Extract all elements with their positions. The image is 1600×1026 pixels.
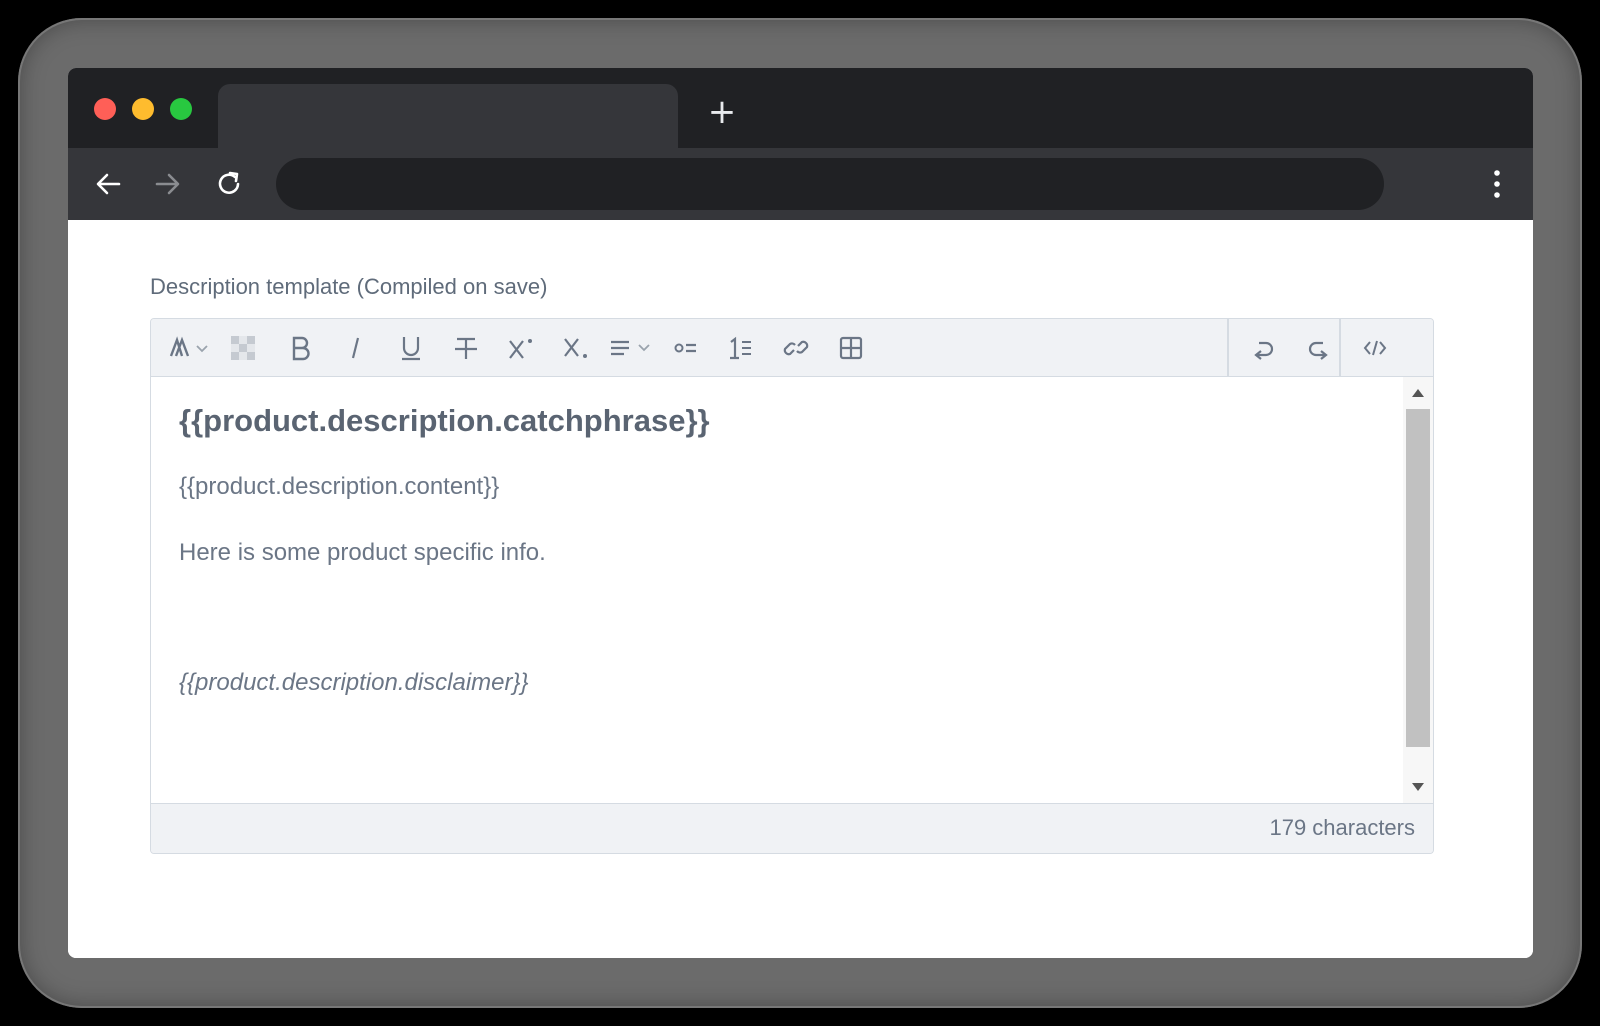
content-paragraph: {{product.description.content}} xyxy=(179,473,500,500)
superscript-button[interactable] xyxy=(501,331,541,365)
scroll-up-arrow-icon[interactable] xyxy=(1412,389,1424,397)
arrow-right-icon xyxy=(155,173,180,195)
align-dropdown[interactable] xyxy=(607,331,657,365)
underline-icon xyxy=(402,337,420,361)
forward-button[interactable] xyxy=(150,166,186,202)
scroll-down-arrow-icon[interactable] xyxy=(1412,783,1424,791)
editor-toolbar xyxy=(151,319,1433,377)
bold-icon xyxy=(292,336,310,361)
undo-icon xyxy=(1254,341,1274,360)
source-code-button[interactable] xyxy=(1355,331,1395,365)
subscript-icon xyxy=(564,338,587,358)
browser-window: + Description template (Compiled on save… xyxy=(68,68,1533,958)
subscript-button[interactable] xyxy=(556,331,596,365)
active-tab[interactable] xyxy=(218,84,678,148)
toolbar-separator xyxy=(1339,319,1341,377)
content-paragraph: Here is some product specific info. xyxy=(179,539,546,566)
font-icon xyxy=(169,336,208,357)
superscript-icon xyxy=(509,339,532,359)
link-button[interactable] xyxy=(776,331,816,365)
rich-text-editor: {{product.description.catchphrase}} {{pr… xyxy=(150,318,1434,854)
editor-status-bar: 179 characters xyxy=(151,803,1433,853)
redo-icon xyxy=(1308,341,1328,360)
maximize-window-button[interactable] xyxy=(170,98,192,120)
italic-icon xyxy=(351,337,360,359)
checker-icon xyxy=(231,336,255,360)
numbered-list-button[interactable] xyxy=(721,331,761,365)
bold-button[interactable] xyxy=(281,331,321,365)
tab-strip: + xyxy=(68,68,1533,148)
font-style-dropdown[interactable] xyxy=(165,331,219,365)
back-button[interactable] xyxy=(90,166,126,202)
editor-content[interactable]: {{product.description.catchphrase}} {{pr… xyxy=(151,377,1405,803)
strikethrough-button[interactable] xyxy=(446,331,486,365)
browser-menu-button[interactable] xyxy=(1479,164,1515,204)
bullet-list-icon xyxy=(674,343,696,353)
editor-scrollbar[interactable] xyxy=(1403,377,1433,803)
field-label: Description template (Compiled on save) xyxy=(150,274,548,299)
character-count: 179 characters xyxy=(1269,815,1415,840)
new-tab-button[interactable]: + xyxy=(704,94,740,130)
table-button[interactable] xyxy=(831,331,871,365)
underline-button[interactable] xyxy=(391,331,431,365)
toolbar-separator xyxy=(1227,319,1229,377)
reload-button[interactable] xyxy=(211,166,247,202)
address-bar[interactable] xyxy=(276,158,1384,210)
page-content: Description template (Compiled on save) xyxy=(68,220,1533,958)
strikethrough-icon xyxy=(455,337,477,359)
kebab-menu-icon xyxy=(1494,170,1500,198)
arrow-left-icon xyxy=(96,173,121,195)
numbered-list-icon xyxy=(730,336,751,360)
bullet-list-button[interactable] xyxy=(666,331,706,365)
close-window-button[interactable] xyxy=(94,98,116,120)
browser-toolbar xyxy=(68,148,1533,220)
scroll-thumb[interactable] xyxy=(1406,409,1430,747)
italic-button[interactable] xyxy=(336,331,376,365)
link-icon xyxy=(783,340,809,356)
content-heading: {{product.description.catchphrase}} xyxy=(179,403,710,438)
clear-format-button[interactable] xyxy=(223,331,263,365)
minimize-window-button[interactable] xyxy=(132,98,154,120)
content-disclaimer: {{product.description.disclaimer}} xyxy=(179,669,529,696)
align-icon xyxy=(611,340,650,356)
code-icon xyxy=(1363,340,1387,356)
redo-button[interactable] xyxy=(1299,331,1339,365)
undo-button[interactable] xyxy=(1243,331,1283,365)
reload-icon xyxy=(218,171,240,194)
table-icon xyxy=(839,336,863,360)
